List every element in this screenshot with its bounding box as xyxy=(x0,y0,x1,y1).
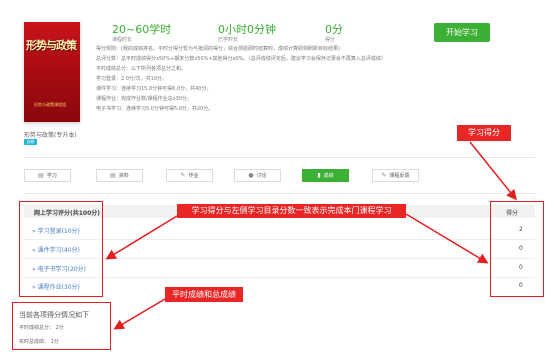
arrow-right-box xyxy=(405,213,489,264)
arrow-study-score xyxy=(469,141,517,201)
annotation-arrows xyxy=(105,141,517,330)
arrow-summary xyxy=(113,298,166,330)
arrow-left-box xyxy=(105,215,178,260)
